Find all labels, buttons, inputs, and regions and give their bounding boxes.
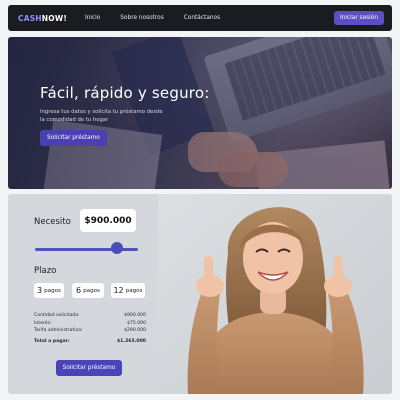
summary-label: Tarifa administrativa:	[34, 328, 83, 333]
total-value: $1.265.000	[116, 338, 146, 344]
loan-summary: Cantidad solicitada: $900.000 Interés: $…	[34, 312, 146, 345]
term-unit: pagos	[125, 287, 143, 294]
woman-thumbs-up-image	[158, 194, 392, 394]
summary-label: Interés:	[34, 320, 52, 326]
term-option-12[interactable]: 12 pagos	[111, 283, 145, 298]
hero-banner: Fácil, rápido y seguro: Ingresa tus dato…	[8, 37, 392, 189]
summary-total-row: Total a pagar: $1.265.000	[34, 338, 146, 346]
term-option-3[interactable]: 3 pagos	[34, 283, 64, 298]
request-loan-button[interactable]: Solicitar préstamo	[56, 360, 122, 376]
nav-link-inicio[interactable]: Inicio	[85, 15, 100, 21]
need-label: Necesito	[34, 217, 71, 227]
summary-row: Cantidad solicitada: $900.000	[34, 312, 146, 320]
hero-request-loan-button[interactable]: Solicitar préstamo	[40, 130, 107, 146]
amount-slider-thumb[interactable]	[111, 242, 124, 254]
term-number: 12	[113, 286, 124, 295]
nav-link-contactanos[interactable]: Contáctanos	[184, 15, 220, 21]
term-option-6[interactable]: 6 pagos	[72, 283, 104, 298]
nav-link-sobre-nosotros[interactable]: Sobre nosotros	[120, 15, 163, 21]
summary-row: Interés: $75.000	[34, 320, 146, 328]
logo-part-cash: CASH	[18, 13, 42, 23]
summary-row: Tarifa administrativa: $290.000	[34, 327, 146, 335]
nav-links: Inicio Sobre nosotros Contáctanos	[85, 15, 220, 21]
hero-title: Fácil, rápido y seguro:	[40, 84, 210, 102]
term-label: Plazo	[34, 266, 57, 276]
summary-value: $290.000	[124, 328, 146, 333]
hero-subtitle: Ingresa tus datos y solicita tu préstamo…	[40, 109, 163, 123]
summary-value: $75.000	[127, 320, 146, 326]
hero-content: Fácil, rápido y seguro: Ingresa tus dato…	[40, 84, 209, 146]
term-number: 3	[37, 286, 43, 295]
navbar: CASHNOW! Inicio Sobre nosotros Contáctan…	[8, 5, 392, 31]
summary-label: Cantidad solicitada:	[34, 313, 80, 318]
logo[interactable]: CASHNOW!	[18, 14, 67, 23]
logo-part-now: NOW!	[41, 13, 67, 23]
login-button[interactable]: Iniciar sesión	[333, 11, 384, 25]
term-number: 6	[76, 286, 82, 295]
summary-value: $900.000	[124, 313, 146, 318]
loan-calculator-panel: Necesito $900.000 Plazo 3 pagos 6 pagos 12…	[8, 194, 392, 394]
term-unit: pagos	[44, 287, 61, 294]
total-label: Total a pagar:	[34, 338, 70, 344]
amount-display[interactable]: $900.000	[80, 209, 136, 232]
term-unit: pagos	[83, 287, 100, 294]
